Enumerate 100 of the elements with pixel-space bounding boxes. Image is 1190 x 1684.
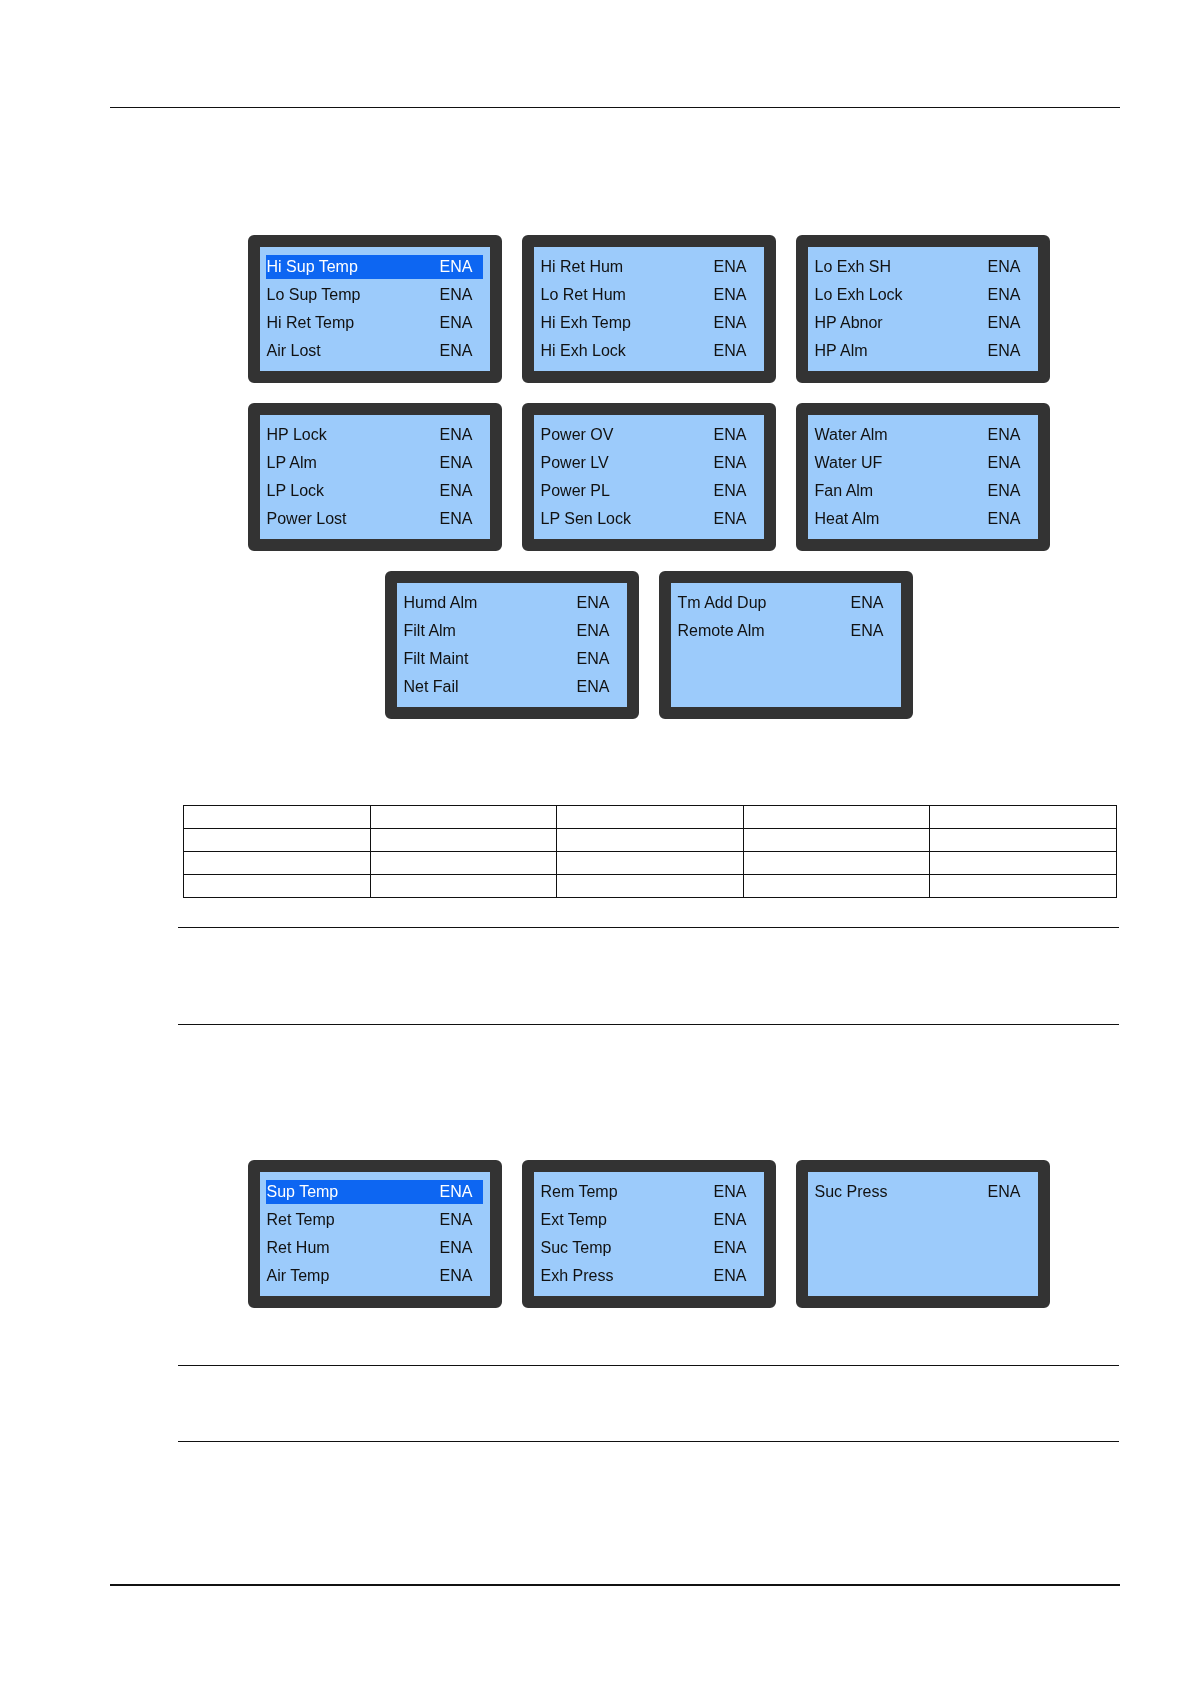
item-label: Air Temp — [266, 1267, 330, 1285]
menu-row[interactable]: Lo Ret Hum ENA — [539, 283, 757, 307]
menu-row[interactable]: Ret Temp ENA — [265, 1208, 483, 1232]
item-value: ENA — [576, 650, 610, 668]
item-value: ENA — [987, 454, 1021, 472]
item-label: Sup Temp — [266, 1183, 339, 1201]
item-value: ENA — [576, 594, 610, 612]
item-label: Hi Exh Temp — [540, 314, 631, 332]
menu-row[interactable]: Sup Temp ENA — [265, 1180, 483, 1204]
item-value: ENA — [987, 258, 1021, 276]
menu-row[interactable]: LP Lock ENA — [265, 479, 483, 503]
menu-row[interactable]: Ext Temp ENA — [539, 1208, 757, 1232]
item-value: ENA — [713, 314, 747, 332]
item-label: Power Lost — [266, 510, 347, 528]
menu-row[interactable]: Power PL ENA — [539, 479, 757, 503]
menu-row[interactable]: Lo Exh Lock ENA — [813, 283, 1031, 307]
menu-row[interactable]: Tm Add Dup ENA — [676, 591, 894, 615]
item-label: LP Lock — [266, 482, 325, 500]
item-label: Ext Temp — [540, 1211, 607, 1229]
item-label: Lo Ret Hum — [540, 286, 626, 304]
menu-row[interactable]: Hi Sup Temp ENA — [265, 255, 483, 279]
item-value: ENA — [987, 342, 1021, 360]
menu-row[interactable]: Air Lost ENA — [265, 339, 483, 363]
menu-row[interactable]: Heat Alm ENA — [813, 507, 1031, 531]
item-label: LP Sen Lock — [540, 510, 631, 528]
item-label: LP Alm — [266, 454, 317, 472]
item-value: ENA — [439, 314, 473, 332]
menu-row[interactable]: Air Temp ENA — [265, 1264, 483, 1288]
item-label: Water UF — [814, 454, 883, 472]
menu-row[interactable]: Remote Alm ENA — [676, 619, 894, 643]
item-value: ENA — [713, 454, 747, 472]
menu-row[interactable]: Hi Ret Hum ENA — [539, 255, 757, 279]
menu-row[interactable]: LP Sen Lock ENA — [539, 507, 757, 531]
item-value: ENA — [439, 1183, 473, 1201]
item-label: Filt Maint — [403, 650, 469, 668]
menu-row[interactable]: Fan Alm ENA — [813, 479, 1031, 503]
item-label: Water Alm — [814, 426, 888, 444]
item-value: ENA — [987, 510, 1021, 528]
item-label: Lo Exh SH — [814, 258, 891, 276]
menu-row[interactable]: Power Lost ENA — [265, 507, 483, 531]
item-value: ENA — [713, 1211, 747, 1229]
menu-row[interactable]: LP Alm ENA — [265, 451, 483, 475]
item-label: Lo Sup Temp — [266, 286, 361, 304]
item-value: ENA — [576, 678, 610, 696]
menu-row[interactable]: HP Lock ENA — [265, 423, 483, 447]
item-label: Lo Exh Lock — [814, 286, 903, 304]
item-value: ENA — [713, 426, 747, 444]
item-label: Rem Temp — [540, 1183, 618, 1201]
menu-row[interactable]: Water UF ENA — [813, 451, 1031, 475]
item-label: Ret Temp — [266, 1211, 335, 1229]
menu-row[interactable]: Exh Press ENA — [539, 1264, 757, 1288]
item-label: Hi Exh Lock — [540, 342, 626, 360]
item-label: Filt Alm — [403, 622, 456, 640]
item-value: ENA — [713, 258, 747, 276]
item-value: ENA — [713, 342, 747, 360]
item-label: HP Abnor — [814, 314, 883, 332]
menu-row[interactable]: Filt Maint ENA — [402, 647, 620, 671]
menu-row[interactable]: HP Abnor ENA — [813, 311, 1031, 335]
item-label: Remote Alm — [677, 622, 765, 640]
item-value: ENA — [576, 622, 610, 640]
item-label: Tm Add Dup — [677, 594, 767, 612]
menu-row[interactable]: Filt Alm ENA — [402, 619, 620, 643]
item-value: ENA — [850, 622, 884, 640]
item-label: Suc Press — [814, 1183, 888, 1201]
menu-row[interactable]: Humd Alm ENA — [402, 591, 620, 615]
item-label: Fan Alm — [814, 482, 874, 500]
item-label: Air Lost — [266, 342, 321, 360]
item-value: ENA — [713, 1239, 747, 1257]
menu-row[interactable]: Suc Temp ENA — [539, 1236, 757, 1260]
item-label: Power LV — [540, 454, 609, 472]
menu-row[interactable]: Hi Exh Lock ENA — [539, 339, 757, 363]
menu-row[interactable]: Hi Exh Temp ENA — [539, 311, 757, 335]
item-value: ENA — [439, 1267, 473, 1285]
menu-row[interactable]: Water Alm ENA — [813, 423, 1031, 447]
menu-row[interactable]: Lo Exh SH ENA — [813, 255, 1031, 279]
item-value: ENA — [713, 286, 747, 304]
item-value: ENA — [850, 594, 884, 612]
item-value: ENA — [439, 258, 473, 276]
item-label: Humd Alm — [403, 594, 478, 612]
menu-row[interactable]: Net Fail ENA — [402, 675, 620, 699]
item-value: ENA — [439, 426, 473, 444]
item-value: ENA — [439, 510, 473, 528]
item-value: ENA — [439, 1211, 473, 1229]
item-label: HP Lock — [266, 426, 327, 444]
menu-row[interactable]: Ret Hum ENA — [265, 1236, 483, 1260]
menu-row[interactable]: HP Alm ENA — [813, 339, 1031, 363]
menu-row[interactable]: Rem Temp ENA — [539, 1180, 757, 1204]
item-label: Heat Alm — [814, 510, 880, 528]
item-label: HP Alm — [814, 342, 868, 360]
item-value: ENA — [987, 286, 1021, 304]
item-value: ENA — [439, 1239, 473, 1257]
item-value: ENA — [987, 314, 1021, 332]
menu-row[interactable]: Power LV ENA — [539, 451, 757, 475]
menu-row[interactable]: Suc Press ENA — [813, 1180, 1031, 1204]
menu-row[interactable]: Hi Ret Temp ENA — [265, 311, 483, 335]
item-value: ENA — [713, 482, 747, 500]
item-label: Net Fail — [403, 678, 459, 696]
menu-row[interactable]: Lo Sup Temp ENA — [265, 283, 483, 307]
item-value: ENA — [439, 286, 473, 304]
menu-row[interactable]: Power OV ENA — [539, 423, 757, 447]
